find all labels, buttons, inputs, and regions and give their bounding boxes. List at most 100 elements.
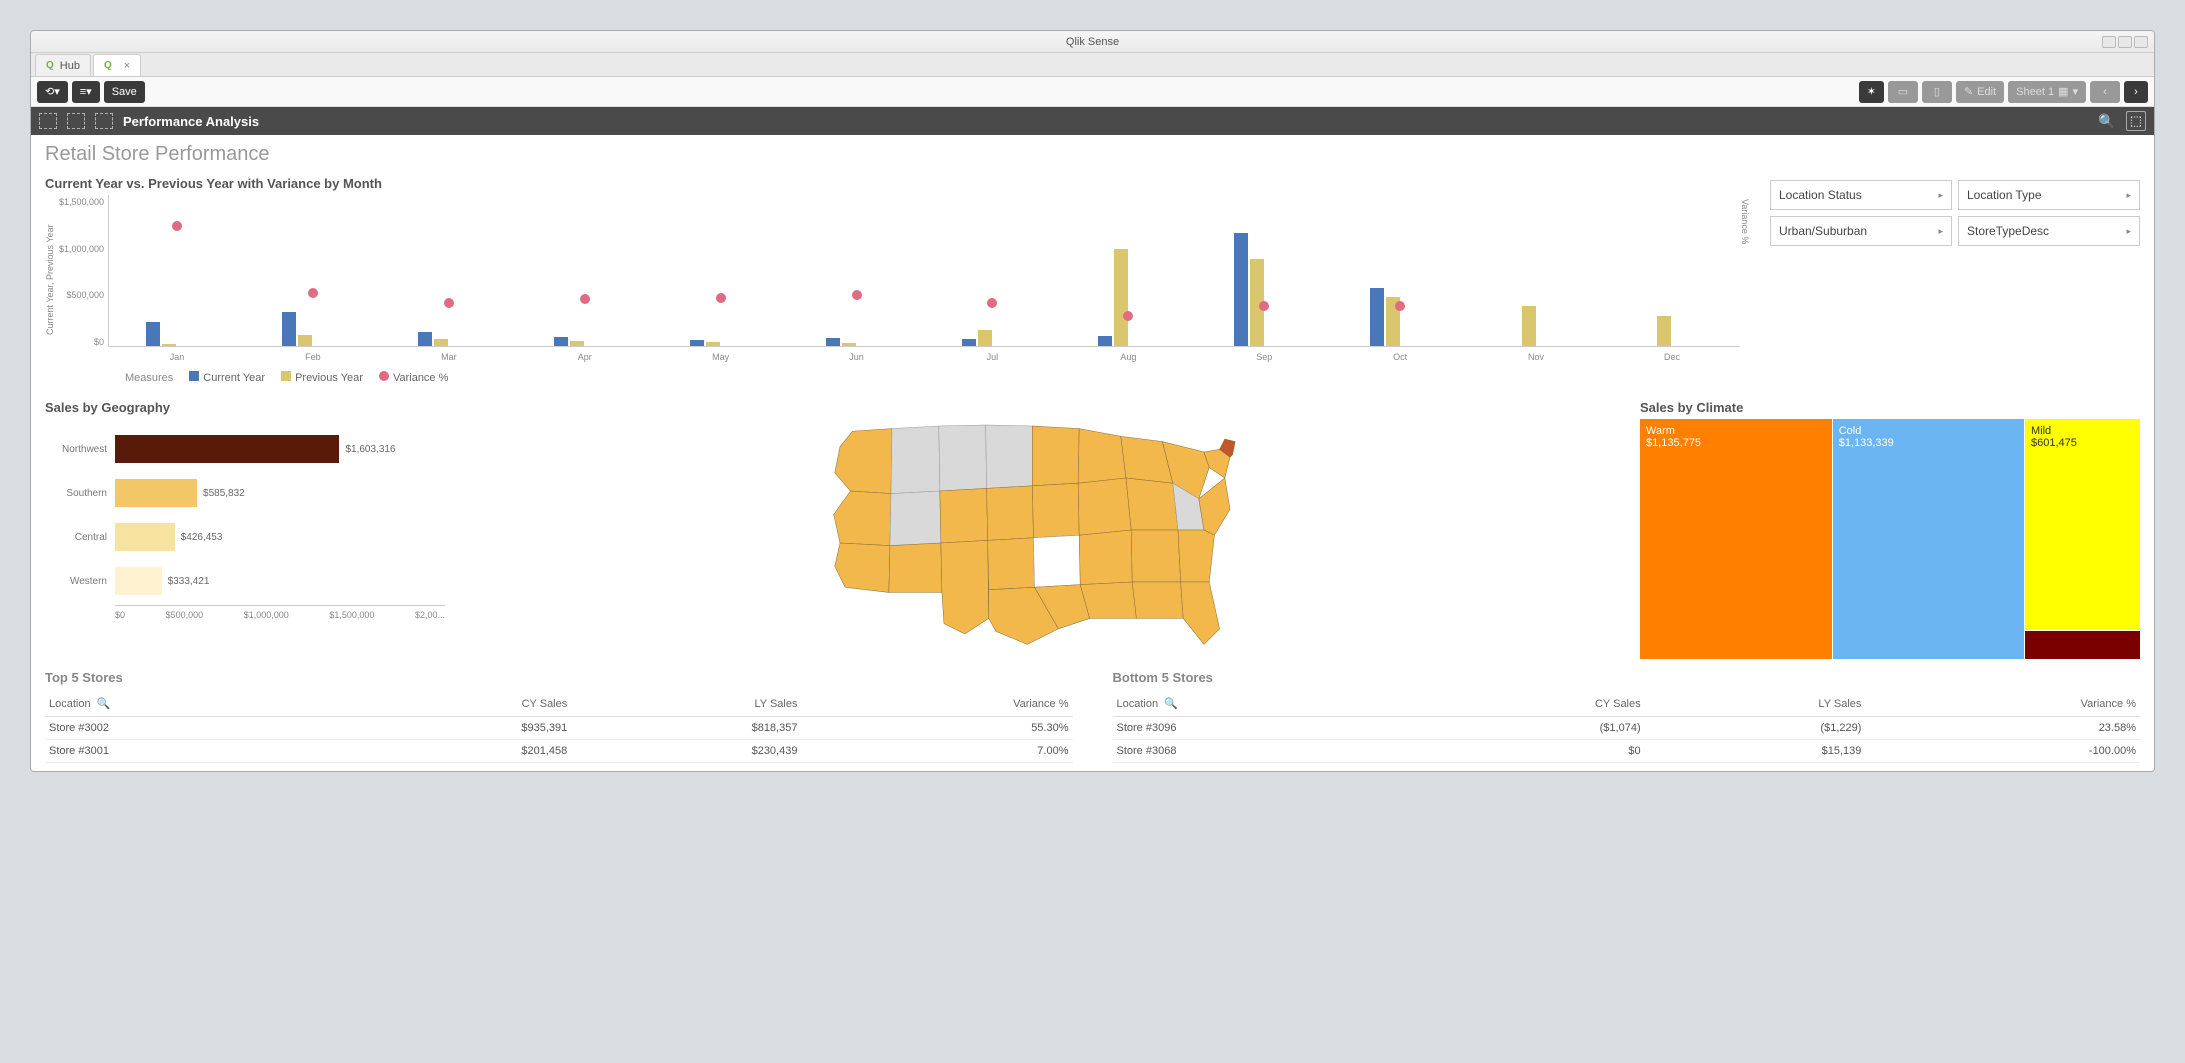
- top5-block: Top 5 Stores Location🔍CY SalesLY SalesVa…: [45, 670, 1073, 763]
- hbar-southern[interactable]: Southern$585,832: [115, 473, 445, 513]
- tablet-view-button[interactable]: ▯: [1922, 81, 1952, 103]
- close-window-button[interactable]: [2134, 36, 2148, 48]
- clear-selections-icon[interactable]: [95, 113, 113, 129]
- tab-bar: Q Hub Q ×: [31, 53, 2154, 77]
- edit-button[interactable]: ✎Edit: [1956, 81, 2004, 103]
- step-forward-icon[interactable]: [67, 113, 85, 129]
- bar-group-dec[interactable]: [1639, 316, 1673, 346]
- climate-block: Sales by Climate Warm$1,135,775Cold$1,13…: [1640, 400, 2140, 660]
- bar-group-oct[interactable]: [1368, 288, 1402, 346]
- tab-app[interactable]: Q ×: [93, 54, 141, 76]
- geography-block: Sales by Geography Northwest$1,603,316So…: [45, 400, 455, 660]
- filter-storetypedesc[interactable]: StoreTypeDesc▸: [1958, 216, 2140, 246]
- selections-tool-icon[interactable]: ⬚: [2126, 111, 2146, 131]
- bar-group-apr[interactable]: [552, 337, 586, 346]
- story-button[interactable]: ✶: [1859, 81, 1884, 103]
- menu-button[interactable]: ≡▾: [72, 81, 100, 103]
- sheet-content: Retail Store Performance Current Year vs…: [31, 135, 2154, 771]
- legend-item-cy: Current Year: [189, 371, 265, 384]
- col-location[interactable]: Location🔍: [1113, 691, 1413, 717]
- search-icon[interactable]: 🔍: [2098, 113, 2115, 130]
- map-block[interactable]: [471, 400, 1624, 660]
- desktop-view-button[interactable]: ▭: [1888, 81, 1918, 103]
- bar-group-jul[interactable]: [960, 330, 994, 346]
- climate-treemap[interactable]: Warm$1,135,775Cold$1,133,339Mild$601,475: [1640, 419, 2140, 659]
- tab-hub[interactable]: Q Hub: [35, 54, 91, 76]
- col-variance-[interactable]: Variance %: [801, 691, 1072, 717]
- bar-group-aug[interactable]: [1096, 249, 1130, 346]
- variance-dot[interactable]: [1123, 311, 1133, 321]
- search-icon[interactable]: 🔍: [1164, 698, 1178, 710]
- chart-legend: Measures Current Year Previous Year Vari…: [125, 371, 1750, 384]
- plot-area: JanFebMarAprMayJunJulAugSepOctNovDec: [108, 195, 1740, 347]
- bottom5-block: Bottom 5 Stores Location🔍CY SalesLY Sale…: [1113, 670, 2141, 763]
- table-row[interactable]: Store #3002$935,391$818,35755.30%: [45, 717, 1073, 740]
- window-titlebar: Qlik Sense: [31, 31, 2154, 53]
- main-toolbar: ⟲▾ ≡▾ Save ✶ ▭ ▯ ✎Edit Sheet 1▦▾ ‹ ›: [31, 77, 2154, 107]
- step-back-icon[interactable]: [39, 113, 57, 129]
- pencil-icon: ✎: [1964, 85, 1973, 98]
- chevron-down-icon: ▾: [2072, 85, 2078, 98]
- table-row[interactable]: Store #3096($1,074)($1,229)23.58%: [1113, 717, 2141, 740]
- us-map[interactable]: [788, 400, 1308, 660]
- bar-group-jan[interactable]: [144, 322, 178, 346]
- prev-sheet-button[interactable]: ‹: [2090, 81, 2120, 103]
- variance-dot[interactable]: [716, 293, 726, 303]
- sheet-selector[interactable]: Sheet 1▦▾: [2008, 81, 2086, 103]
- col-cy-sales[interactable]: CY Sales: [341, 691, 571, 717]
- y-axis-label: Current Year, Previous Year: [45, 195, 55, 365]
- close-tab-icon[interactable]: ×: [124, 60, 130, 72]
- col-ly-sales[interactable]: LY Sales: [1645, 691, 1866, 717]
- col-location[interactable]: Location🔍: [45, 691, 341, 717]
- search-icon[interactable]: 🔍: [97, 698, 111, 710]
- variance-dot[interactable]: [1259, 301, 1269, 311]
- legend-title: Measures: [125, 372, 173, 384]
- app-window: Qlik Sense Q Hub Q × ⟲▾ ≡▾ Save ✶ ▭ ▯ ✎E…: [30, 30, 2155, 772]
- variance-dot[interactable]: [1395, 301, 1405, 311]
- bottom5-title: Bottom 5 Stores: [1113, 670, 2141, 685]
- chevron-right-icon: ▸: [2126, 226, 2131, 237]
- bottom5-table[interactable]: Location🔍CY SalesLY SalesVariance %Store…: [1113, 691, 2141, 763]
- tab-label: Hub: [60, 60, 80, 72]
- next-sheet-button[interactable]: ›: [2124, 81, 2148, 103]
- bar-group-may[interactable]: [688, 340, 722, 346]
- qlik-icon: Q: [104, 60, 112, 71]
- hbar-northwest[interactable]: Northwest$1,603,316: [115, 429, 445, 469]
- variance-dot[interactable]: [444, 298, 454, 308]
- monthly-bar-chart[interactable]: Current Year, Previous Year $1,500,000$1…: [45, 195, 1750, 365]
- variance-dot[interactable]: [987, 298, 997, 308]
- filter-location-type[interactable]: Location Type▸: [1958, 180, 2140, 210]
- hbar-central[interactable]: Central$426,453: [115, 517, 445, 557]
- variance-dot[interactable]: [308, 288, 318, 298]
- col-ly-sales[interactable]: LY Sales: [571, 691, 801, 717]
- top5-table[interactable]: Location🔍CY SalesLY SalesVariance %Store…: [45, 691, 1073, 763]
- variance-dot[interactable]: [852, 290, 862, 300]
- bar-group-mar[interactable]: [416, 332, 450, 346]
- col-variance-[interactable]: Variance %: [1865, 691, 2140, 717]
- maximize-button[interactable]: [2118, 36, 2132, 48]
- history-button[interactable]: ⟲▾: [37, 81, 68, 103]
- variance-dot[interactable]: [172, 221, 182, 231]
- bar-group-feb[interactable]: [280, 312, 314, 346]
- treemap-cell-other[interactable]: [2025, 631, 2140, 659]
- col-cy-sales[interactable]: CY Sales: [1412, 691, 1644, 717]
- chevron-right-icon: ▸: [2126, 190, 2131, 201]
- geography-bar-chart[interactable]: Northwest$1,603,316Southern$585,832Centr…: [45, 419, 455, 620]
- table-row[interactable]: Store #3068$0$15,139-100.00%: [1113, 740, 2141, 763]
- filter-urban-suburban[interactable]: Urban/Suburban▸: [1770, 216, 1952, 246]
- bar-group-sep[interactable]: [1232, 233, 1266, 346]
- app-title: Qlik Sense: [1066, 36, 1119, 48]
- filter-location-status[interactable]: Location Status▸: [1770, 180, 1952, 210]
- treemap-cell-warm[interactable]: Warm$1,135,775: [1640, 419, 1832, 659]
- geography-title: Sales by Geography: [45, 400, 455, 415]
- treemap-cell-cold[interactable]: Cold$1,133,339: [1833, 419, 2024, 659]
- save-button[interactable]: Save: [104, 81, 145, 103]
- bar-group-jun[interactable]: [824, 338, 858, 346]
- treemap-cell-mild[interactable]: Mild$601,475: [2025, 419, 2140, 630]
- page-title: Retail Store Performance: [45, 143, 2140, 166]
- minimize-button[interactable]: [2102, 36, 2116, 48]
- table-row[interactable]: Store #3001$201,458$230,4397.00%: [45, 740, 1073, 763]
- bar-group-nov[interactable]: [1504, 306, 1538, 346]
- variance-dot[interactable]: [580, 294, 590, 304]
- hbar-western[interactable]: Western$333,421: [115, 561, 445, 601]
